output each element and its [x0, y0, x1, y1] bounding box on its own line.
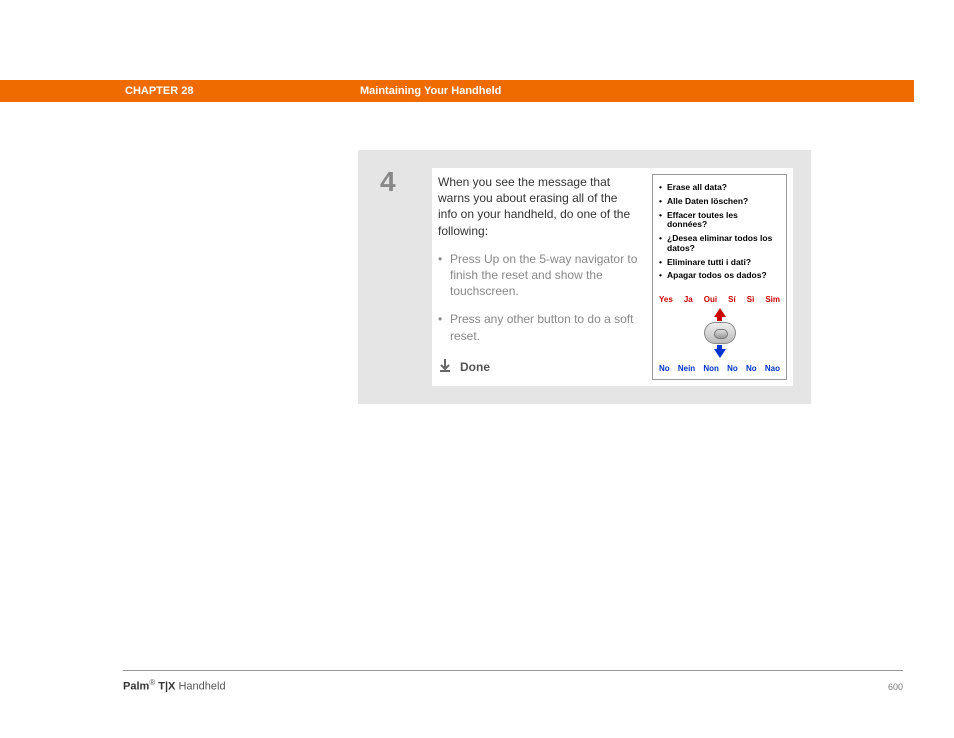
no-label: No [659, 364, 670, 373]
chapter-title: Maintaining Your Handheld [360, 85, 501, 97]
step-intro: When you see the message that warns you … [438, 174, 638, 239]
no-label: No [746, 364, 757, 373]
step-panel: 4 When you see the message that warns yo… [358, 150, 811, 404]
footer-brand-line: Palm® T|X Handheld [123, 678, 226, 693]
step-bullet-list: Press Up on the 5-way navigator to finis… [438, 251, 638, 344]
erase-message: Alle Daten löschen? [659, 197, 780, 207]
step-bullet: Press Up on the 5-way navigator to finis… [438, 251, 638, 300]
device-screenshot: Erase all data? Alle Daten löschen? Effa… [652, 174, 787, 380]
done-arrow-icon [438, 358, 452, 376]
no-row: No Nein Non No No Nao [659, 362, 780, 375]
footer-rule [123, 670, 903, 671]
navigator-button-icon [704, 322, 736, 344]
yes-row: Yes Ja Oui Sí Sì Sim [659, 293, 780, 306]
step-text-column: When you see the message that warns you … [432, 168, 648, 386]
no-label: Nein [678, 364, 695, 373]
step-bullet: Press any other button to do a soft rese… [438, 311, 638, 343]
footer-suffix: Handheld [175, 681, 225, 693]
yes-label: Sim [765, 295, 780, 304]
arrow-up-stem [717, 317, 722, 321]
footer-model: T|X [155, 681, 175, 693]
footer-brand: Palm [123, 681, 149, 693]
yes-label: Sí [728, 295, 736, 304]
arrow-up-icon [714, 308, 726, 317]
chapter-header: CHAPTER 28 Maintaining Your Handheld [0, 80, 914, 102]
step-number: 4 [372, 168, 432, 386]
done-label: Done [460, 360, 490, 374]
erase-message: Effacer toutes les données? [659, 211, 780, 231]
chapter-label: CHAPTER 28 [125, 85, 193, 97]
page-footer: Palm® T|X Handheld 600 [123, 678, 903, 693]
page-number: 600 [888, 682, 903, 692]
yes-label: Yes [659, 295, 673, 304]
arrow-down-icon [714, 349, 726, 358]
navigator-graphic [659, 306, 780, 360]
yes-label: Sì [747, 295, 755, 304]
erase-message-list: Erase all data? Alle Daten löschen? Effa… [659, 183, 780, 289]
erase-message: Erase all data? [659, 183, 780, 193]
yes-label: Ja [684, 295, 693, 304]
yes-label: Oui [704, 295, 717, 304]
done-row: Done [438, 358, 638, 376]
step-body: When you see the message that warns you … [432, 168, 793, 386]
no-label: No [727, 364, 738, 373]
erase-message: ¿Desea eliminar todos los datos? [659, 234, 780, 254]
no-label: Nao [765, 364, 780, 373]
erase-message: Eliminare tutti i dati? [659, 258, 780, 268]
erase-message: Apagar todos os dados? [659, 271, 780, 281]
no-label: Non [703, 364, 719, 373]
